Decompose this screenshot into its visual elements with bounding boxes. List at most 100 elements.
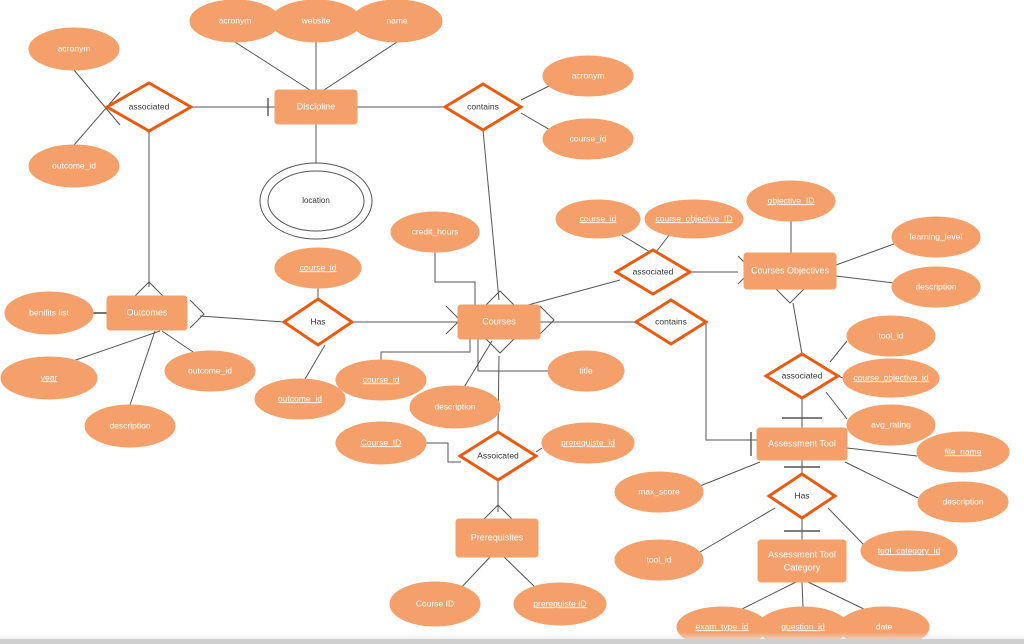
attribute-node[interactable]: outcome_id	[28, 144, 120, 188]
entity-node[interactable]: Assessment Tool	[756, 427, 848, 461]
relationship-node[interactable]: contains	[442, 82, 524, 132]
edge-avgrating-assoctool	[825, 391, 848, 420]
attribute-node[interactable]: tool_category_id	[860, 530, 958, 572]
attribute-node[interactable]: objective_ID	[746, 180, 836, 222]
attribute-node[interactable]: file_name	[916, 431, 1010, 473]
attribute-label: outcome_id	[52, 160, 96, 170]
entity-label: Discipline	[297, 101, 336, 111]
attribute-label: website	[301, 15, 331, 25]
attribute-node[interactable]: course_id	[555, 199, 641, 239]
attribute-key-label: prerequiste_id	[561, 437, 615, 447]
relationship-node[interactable]: associated	[613, 248, 693, 296]
attribute-node[interactable]: year	[0, 356, 98, 400]
attribute-node[interactable]: course_objective_id	[842, 358, 940, 398]
attribute-node[interactable]: course_objective_ID	[644, 199, 744, 239]
attribute-node[interactable]: course_id	[274, 247, 362, 289]
attribute-node[interactable]: Course ID	[389, 581, 481, 627]
edge-filename-assessment	[846, 447, 918, 457]
attribute-node[interactable]: benifits list	[4, 291, 94, 335]
relationship-node[interactable]: Has	[766, 472, 838, 520]
attribute-node[interactable]: title	[547, 350, 625, 392]
attribute-label: name	[386, 15, 408, 25]
edge-courseobjID-assocobj	[655, 233, 671, 253]
entity-node[interactable]: Courses	[457, 304, 541, 340]
attribute-node[interactable]: acronym	[28, 27, 120, 71]
entity-node[interactable]: Prerequisites	[455, 518, 539, 558]
attribute-key-label: file_name	[945, 446, 982, 456]
attribute-node[interactable]: website	[270, 0, 362, 43]
edge-courseID-assoicated	[425, 442, 461, 463]
edge-toolid-assoctool	[829, 340, 848, 363]
attribute-key-label: course_objective_id	[853, 372, 928, 382]
attribute-node[interactable]: prerequiste ID	[513, 582, 607, 626]
attribute-key-label: outcome_id	[278, 393, 322, 403]
relationship-label: associated	[782, 370, 823, 380]
attribute-key-label: prerequiste ID	[533, 598, 586, 608]
edge-courseID-prereq	[458, 556, 491, 591]
attribute-label: description	[915, 281, 956, 291]
attribute-label: tool_id	[646, 554, 671, 564]
edge-prereqID-prereq	[503, 556, 537, 589]
edge-title-courses	[477, 339, 548, 372]
entity-label-line2: Category	[784, 562, 821, 572]
attribute-node[interactable]: acronym	[542, 55, 634, 97]
edge-prereqid-assoicated	[535, 447, 543, 453]
entity-label: Assessment Tool	[768, 549, 836, 559]
edge-credithours-courses	[434, 252, 476, 305]
edge-examtypeid-category	[735, 581, 797, 613]
attribute-node[interactable]: description	[891, 266, 981, 308]
attribute-node[interactable]: avg_rating	[846, 404, 936, 446]
relationship-node[interactable]: contains	[633, 298, 709, 346]
entity-node[interactable]: Discipline	[274, 89, 358, 125]
attribute-key-label: exam_type_id	[696, 621, 749, 631]
edge-toolcategoryid-has	[827, 507, 865, 546]
entity-label: Outcomes	[126, 307, 168, 317]
relationship-node[interactable]: Has	[281, 297, 355, 347]
attribute-node[interactable]: location	[259, 162, 373, 240]
relationship-node[interactable]: associated	[763, 352, 841, 400]
attribute-node[interactable]: outcome_id	[254, 378, 346, 420]
edge-questionid-category	[801, 581, 804, 608]
attribute-label: acronym	[219, 15, 252, 25]
attribute-node[interactable]: tool_id	[614, 539, 704, 581]
entity-label: Courses	[482, 316, 516, 326]
attribute-node[interactable]: Course_ID	[335, 421, 427, 465]
edge-acronym-discipline	[234, 41, 311, 91]
attribute-node[interactable]: prerequiste_id	[541, 422, 635, 464]
attribute-node[interactable]: max_score	[614, 471, 704, 513]
attribute-label: tool_id	[878, 330, 903, 340]
attribute-label: acronym	[58, 43, 91, 53]
attribute-label: date	[876, 621, 893, 631]
edge-maxscore-assessment	[699, 461, 761, 487]
attribute-label: outcome_id	[188, 365, 232, 375]
attribute-label: max_score	[638, 486, 680, 496]
entity-rect	[757, 539, 847, 583]
relationship-label: associated	[633, 266, 674, 276]
attribute-node[interactable]: outcome_id	[164, 350, 256, 392]
attribute-label: title	[579, 365, 593, 375]
attribute-node[interactable]: credit_hours	[390, 211, 480, 253]
attribute-node[interactable]: description	[917, 481, 1009, 523]
attribute-node[interactable]: course_id	[335, 359, 427, 401]
attribute-node[interactable]: course_id	[542, 118, 634, 160]
bottom-scrollbar[interactable]	[0, 639, 1024, 644]
crowfoot-coursesobj-bottom	[775, 288, 805, 304]
entity-node[interactable]: Courses Objectives	[743, 252, 837, 290]
attribute-node[interactable]: learning_level	[891, 216, 981, 258]
relationship-label: Has	[794, 490, 809, 500]
entity-node[interactable]: Outcomes	[106, 295, 188, 331]
entity-label: Assessment Tool	[768, 438, 836, 448]
attribute-node[interactable]: description	[409, 385, 501, 429]
relationship-node[interactable]: Assoicated	[457, 430, 539, 482]
edge-descriptionobj-coursesobj	[835, 275, 895, 284]
edge-courseid-assocobj	[619, 233, 651, 253]
attribute-key-label: question_id	[781, 621, 825, 631]
attribute-node[interactable]: description	[84, 404, 176, 448]
attribute-node[interactable]: name	[351, 0, 443, 43]
relationship-label: Has	[310, 316, 325, 326]
attribute-node[interactable]: acronym	[189, 0, 281, 43]
entity-node[interactable]: Assessment Tool Category	[757, 539, 847, 583]
relationship-layer: associated contains Has Assoicated associate…	[103, 81, 841, 520]
attribute-node[interactable]: tool_id	[846, 315, 936, 357]
attribute-label: learning_level	[910, 231, 963, 241]
